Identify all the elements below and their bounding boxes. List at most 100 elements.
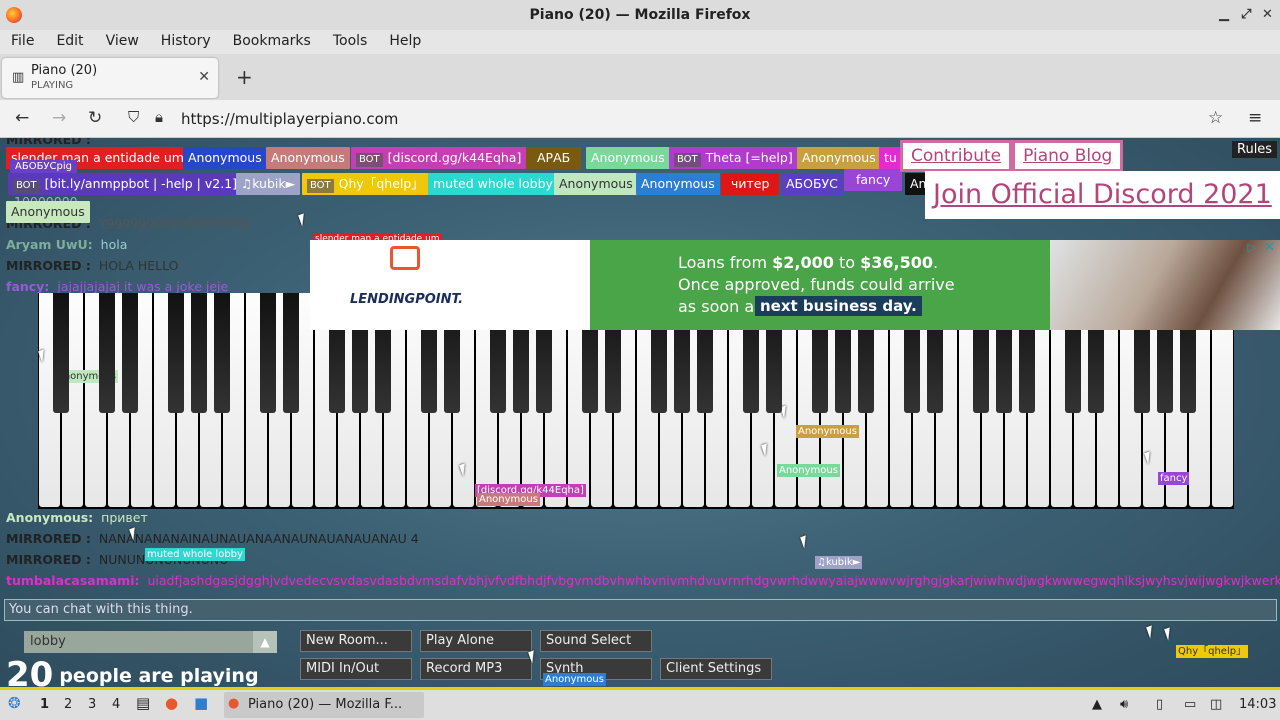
forward-icon[interactable]: → bbox=[52, 108, 66, 128]
cursor-icon bbox=[1146, 625, 1156, 639]
ad-close-icon[interactable]: ✕ bbox=[1264, 240, 1275, 255]
tab-title: Piano (20) bbox=[31, 63, 98, 78]
close-tab-icon[interactable]: ✕ bbox=[198, 69, 210, 85]
black-key[interactable] bbox=[168, 293, 184, 413]
ad-photo bbox=[1050, 240, 1280, 330]
network-icon[interactable]: ◫ bbox=[1210, 697, 1222, 712]
user-badge[interactable]: muted whole lobby bbox=[428, 173, 558, 195]
workspace-4[interactable]: 4 bbox=[112, 697, 120, 712]
shield-icon[interactable]: ⛉ bbox=[128, 108, 139, 126]
user-badge[interactable]: BOT Theta [=help] bbox=[669, 147, 798, 169]
close-window-icon[interactable]: ✕ bbox=[1262, 0, 1273, 30]
workspace-2[interactable]: 2 bbox=[64, 697, 72, 712]
ad-choices-icon[interactable]: ▷ bbox=[1248, 241, 1256, 254]
piano-blog-link[interactable]: Piano Blog bbox=[1012, 140, 1124, 172]
bookmark-star-icon[interactable]: ☆ bbox=[1208, 108, 1223, 128]
menu-history[interactable]: History bbox=[150, 30, 222, 54]
chat-message: MIRRORED : bbox=[6, 138, 91, 147]
black-key[interactable] bbox=[283, 293, 299, 413]
room-select[interactable]: lobby ▲ bbox=[24, 631, 277, 653]
workspace-1[interactable]: 1 bbox=[40, 697, 49, 712]
reload-icon[interactable]: ↻ bbox=[88, 108, 102, 128]
ad-line-1: Loans from $2,000 to $36,500. bbox=[678, 253, 939, 272]
black-key[interactable] bbox=[122, 293, 138, 413]
file-manager-icon[interactable]: ▤ bbox=[136, 694, 150, 712]
cursor-icon bbox=[1164, 627, 1174, 641]
menu-bookmarks[interactable]: Bookmarks bbox=[222, 30, 322, 54]
cursor-tag: Anonymous bbox=[477, 493, 540, 506]
play-alone-button[interactable]: Play Alone bbox=[420, 630, 532, 652]
new-room-button[interactable]: New Room... bbox=[300, 630, 412, 652]
user-badge[interactable]: Anonymous bbox=[554, 173, 638, 195]
contribute-link[interactable]: Contribute bbox=[900, 140, 1013, 172]
black-key[interactable] bbox=[260, 293, 276, 413]
app-menu-icon[interactable]: ≡ bbox=[1248, 108, 1262, 128]
volume-icon[interactable]: 🔊︎ bbox=[1120, 697, 1128, 712]
window-title: Piano (20) — Mozilla Firefox bbox=[529, 7, 751, 23]
midi-button[interactable]: MIDI In/Out bbox=[300, 658, 412, 680]
user-badge[interactable]: fancy bbox=[844, 169, 903, 191]
room-expand-icon[interactable]: ▲ bbox=[253, 631, 277, 653]
menu-view[interactable]: View bbox=[95, 30, 150, 54]
back-icon[interactable]: ← bbox=[15, 108, 29, 128]
sound-select-button[interactable]: Sound Select bbox=[540, 630, 652, 652]
user-badge[interactable]: BOT [bit.ly/anmppbot | -help | v2.1] bbox=[8, 173, 243, 195]
user-badge[interactable]: Anonymous bbox=[183, 147, 267, 169]
system-taskbar: ❂ 1 2 3 4 ▤ ● ■ ● Piano (20) — Mozilla F… bbox=[0, 687, 1280, 720]
workspace-3[interactable]: 3 bbox=[88, 697, 96, 712]
firefox-window-icon: ● bbox=[228, 696, 240, 711]
tab-subtitle: PLAYING bbox=[31, 80, 74, 91]
menu-file[interactable]: File bbox=[0, 30, 45, 54]
user-badge[interactable]: Anonymous bbox=[586, 147, 670, 169]
menu-help[interactable]: Help bbox=[378, 30, 432, 54]
chat-message: MIRRORED : HOLA HELLO bbox=[6, 258, 179, 273]
terminal-icon[interactable]: ■ bbox=[194, 694, 208, 712]
black-key[interactable] bbox=[214, 293, 230, 413]
cursor-tag: Anonymous bbox=[777, 464, 840, 477]
chat-input[interactable]: You can chat with this thing. bbox=[4, 599, 1277, 621]
lock-icon[interactable]: 🔒︎ bbox=[155, 108, 163, 126]
taskbar-window-firefox[interactable]: ● Piano (20) — Mozilla F... bbox=[224, 692, 424, 718]
ad-highlight: next business day. bbox=[755, 296, 922, 316]
user-badge[interactable]: Anonymous bbox=[636, 173, 720, 195]
menu-tools[interactable]: Tools bbox=[322, 30, 379, 54]
cursor-tag: Anonymous bbox=[796, 425, 859, 438]
clipboard-icon[interactable]: ▯ bbox=[1156, 697, 1163, 712]
cursor-icon bbox=[800, 535, 810, 549]
join-discord-link[interactable]: Join Official Discord 2021 bbox=[925, 171, 1280, 219]
url-bar[interactable]: https://multiplayerpiano.com bbox=[181, 110, 398, 128]
chat-message: Aryam UwU: hola bbox=[6, 237, 128, 252]
rules-button[interactable]: Rules bbox=[1232, 141, 1278, 158]
user-badge[interactable]: Anonymous bbox=[266, 147, 350, 169]
user-badge[interactable]: АБОБУС bbox=[781, 173, 843, 195]
black-key[interactable] bbox=[53, 293, 69, 413]
piano-page: MIRRORED : 10000000 MIRRORED :Y999999999… bbox=[0, 138, 1280, 687]
ad-line-2: Once approved, funds could arrive bbox=[678, 275, 955, 294]
user-badge[interactable]: Anonymous bbox=[797, 147, 881, 169]
user-badge[interactable]: читер bbox=[721, 173, 780, 195]
user-badge[interactable]: Anonymous bbox=[6, 201, 90, 223]
user-badge[interactable]: BOT [discord.gg/k44Eqha] bbox=[351, 147, 527, 169]
firefox-launcher-icon[interactable]: ● bbox=[165, 694, 178, 712]
user-badge[interactable]: tu bbox=[879, 147, 902, 169]
ad-line-3: as soon as bbox=[678, 297, 763, 316]
maximize-icon[interactable]: ⤢ bbox=[1241, 0, 1251, 30]
tray-up-icon[interactable]: ▲ bbox=[1092, 697, 1102, 712]
tab-piano[interactable]: ▥ Piano (20) PLAYING ✕ bbox=[2, 58, 218, 98]
record-mp3-button[interactable]: Record MP3 bbox=[420, 658, 532, 680]
black-key[interactable] bbox=[191, 293, 207, 413]
advertisement-banner[interactable]: LENDINGPOINT. Loans from $2,000 to $36,5… bbox=[310, 240, 1280, 330]
user-badge[interactable]: АРАБ bbox=[526, 147, 582, 169]
minimize-icon[interactable]: ▁ bbox=[1219, 0, 1229, 30]
user-badge[interactable]: BOT Qhy「qhelp」 bbox=[302, 173, 429, 195]
display-icon[interactable]: ▭ bbox=[1184, 697, 1196, 712]
menu-edit[interactable]: Edit bbox=[45, 30, 94, 54]
chat-message: MIRRORED : NANANANANAINAUNAUANAANAUNAUANA… bbox=[6, 531, 419, 546]
black-key[interactable] bbox=[99, 293, 115, 413]
client-settings-button[interactable]: Client Settings bbox=[660, 658, 772, 680]
new-tab-icon[interactable]: + bbox=[236, 65, 253, 89]
user-badge[interactable]: ♫kubik► bbox=[236, 173, 301, 195]
user-badge[interactable]: АБОБУСpig bbox=[10, 160, 77, 174]
start-menu-icon[interactable]: ❂ bbox=[8, 694, 21, 712]
ad-brand: LENDINGPOINT. bbox=[350, 292, 464, 307]
